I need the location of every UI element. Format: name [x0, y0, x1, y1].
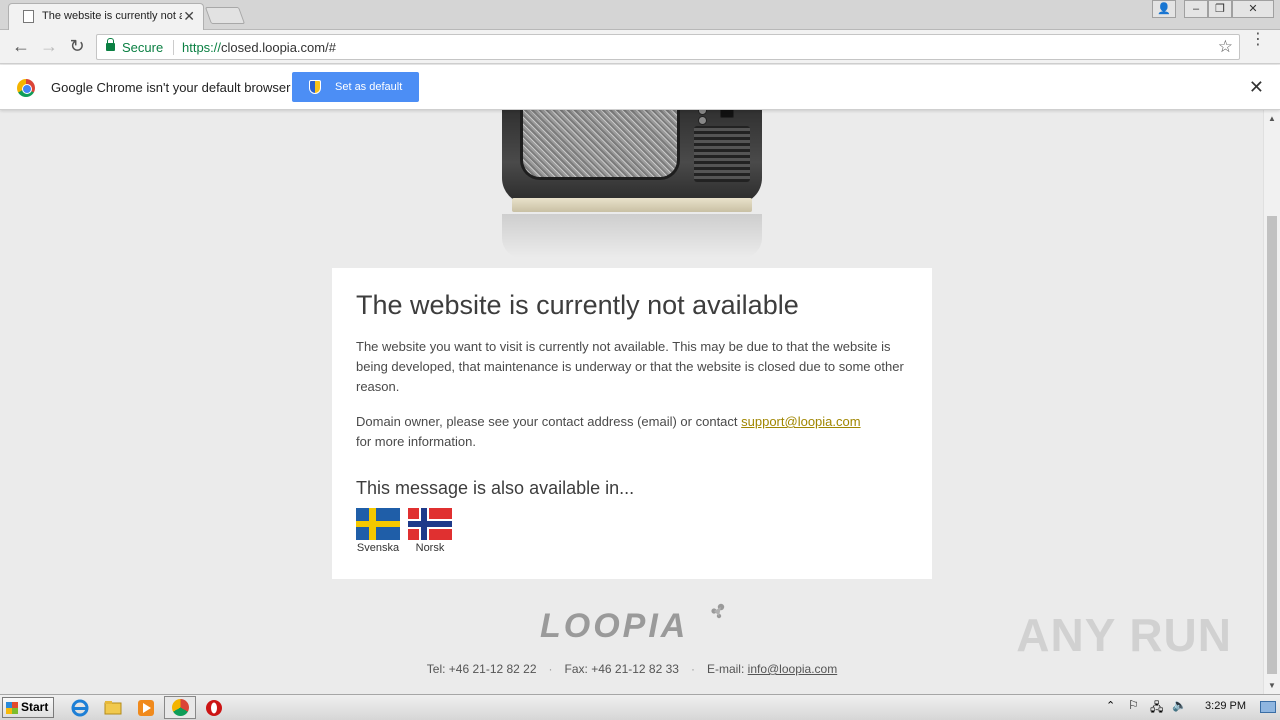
back-arrow-icon[interactable]: ← — [10, 36, 32, 58]
set-as-default-button[interactable]: Set as default — [292, 72, 419, 102]
taskbar-clock[interactable]: 3:29 PM — [1205, 700, 1246, 712]
system-tray: ⌃ ⚐ 🖧 🔈 3:29 PM — [1100, 695, 1280, 720]
action-center-flag-icon[interactable]: ⚐ — [1128, 698, 1139, 712]
reload-icon[interactable]: ↻ — [66, 36, 88, 58]
tv-body — [502, 110, 762, 204]
tv-knob — [698, 110, 707, 115]
page-content: The website is currently not available T… — [0, 110, 1280, 694]
browser-tab[interactable]: The website is currently not available ✕ — [8, 3, 204, 30]
lock-icon — [106, 38, 115, 51]
default-browser-infobar: Google Chrome isn't your default browser… — [0, 65, 1280, 110]
opera-icon[interactable] — [205, 699, 223, 717]
tv-base — [512, 198, 752, 212]
loopia-logo: LOOPIA — [540, 602, 730, 650]
profile-icon[interactable]: 👤 — [1152, 0, 1176, 18]
url-host: closed.loopia.com/# — [221, 40, 336, 55]
browser-toolbar: ← → ↻ Secure https://closed.loopia.com/#… — [0, 30, 1280, 64]
page-scrollbar[interactable]: ▲ ▼ — [1263, 110, 1280, 694]
bookmark-star-icon[interactable]: ☆ — [1218, 37, 1233, 57]
file-explorer-icon[interactable] — [104, 699, 122, 717]
forward-arrow-icon[interactable]: → — [38, 36, 60, 58]
infobar-close-icon[interactable]: ✕ — [1249, 77, 1264, 98]
domain-owner-suffix: for more information. — [356, 434, 476, 449]
message-card: The website is currently not available T… — [332, 268, 932, 579]
minimize-button[interactable]: – — [1184, 0, 1208, 18]
url-text[interactable]: https://closed.loopia.com/# — [182, 40, 336, 55]
url-protocol: https:// — [182, 40, 222, 55]
footer-email-link[interactable]: info@loopia.com — [748, 662, 838, 676]
language-label: Norsk — [415, 542, 445, 554]
loopia-logo-text: LOOPIA — [540, 607, 689, 645]
set-as-default-label: Set as default — [335, 81, 403, 93]
tv-illustration — [500, 110, 764, 260]
scroll-up-icon[interactable]: ▲ — [1268, 114, 1276, 123]
internet-explorer-icon[interactable] — [71, 699, 89, 717]
tv-reflection — [502, 214, 762, 258]
tv-knob — [698, 116, 707, 125]
windows-taskbar: Start ⌃ ⚐ 🖧 🔈 3:29 PM — [0, 694, 1280, 720]
support-email-link[interactable]: support@loopia.com — [741, 414, 860, 429]
tab-close-icon[interactable]: ✕ — [183, 8, 195, 25]
tv-switch — [720, 110, 734, 118]
restore-button[interactable]: ❐ — [1208, 0, 1232, 18]
close-window-button[interactable]: ✕ — [1232, 0, 1274, 18]
network-icon[interactable]: 🖧 — [1150, 698, 1163, 719]
tv-speaker-grille — [694, 126, 750, 182]
language-link-svenska[interactable]: Svenska — [356, 508, 400, 554]
tv-static-screen — [520, 110, 680, 180]
norway-flag-icon — [408, 508, 452, 540]
chrome-icon — [172, 699, 189, 716]
scrollbar-thumb[interactable] — [1267, 216, 1277, 674]
language-label: Svenska — [356, 542, 400, 554]
secure-label: Secure — [122, 40, 164, 55]
chrome-taskbar-button[interactable] — [164, 696, 196, 719]
page-icon — [23, 10, 34, 23]
start-button[interactable]: Start — [2, 697, 54, 718]
footer-fax: Fax: +46 21-12 82 33 — [564, 662, 679, 676]
uac-shield-icon — [309, 80, 321, 94]
show-desktop-icon[interactable] — [1260, 701, 1276, 713]
omnibox-separator — [173, 40, 174, 55]
unavailable-explanation: The website you want to visit is current… — [356, 339, 904, 394]
languages-heading: This message is also available in... — [356, 478, 635, 498]
footer-phone: Tel: +46 21-12 82 22 — [426, 662, 537, 676]
sweden-flag-icon — [356, 508, 400, 540]
anyrun-watermark: ANY RUN — [1016, 609, 1232, 661]
tab-strip: The website is currently not available ✕… — [0, 0, 1280, 30]
volume-icon[interactable]: 🔈 — [1172, 698, 1187, 712]
domain-owner-note: Domain owner, please see your contact ad… — [356, 412, 912, 452]
chrome-logo-icon — [17, 79, 35, 97]
domain-owner-text: Domain owner, please see your contact ad… — [356, 414, 742, 429]
page-title: The website is currently not available — [356, 290, 799, 320]
footer-email-label: E-mail: — [706, 662, 745, 676]
language-link-norsk[interactable]: Norsk — [408, 508, 452, 554]
show-hidden-icons-icon[interactable]: ⌃ — [1106, 699, 1115, 712]
contact-footer: Tel: +46 21-12 82 22 · Fax: +46 21-12 82 3… — [426, 662, 838, 676]
media-player-icon[interactable] — [137, 699, 155, 717]
chrome-menu-icon[interactable]: ⋮ — [1250, 32, 1266, 48]
loopia-mark-icon — [711, 603, 725, 619]
tab-title: The website is currently not available — [42, 10, 182, 22]
new-tab-button[interactable] — [204, 7, 246, 24]
scroll-down-icon[interactable]: ▼ — [1268, 681, 1276, 690]
infobar-message: Google Chrome isn't your default browser — [51, 80, 291, 95]
address-bar[interactable]: Secure https://closed.loopia.com/# ☆ — [96, 34, 1240, 60]
